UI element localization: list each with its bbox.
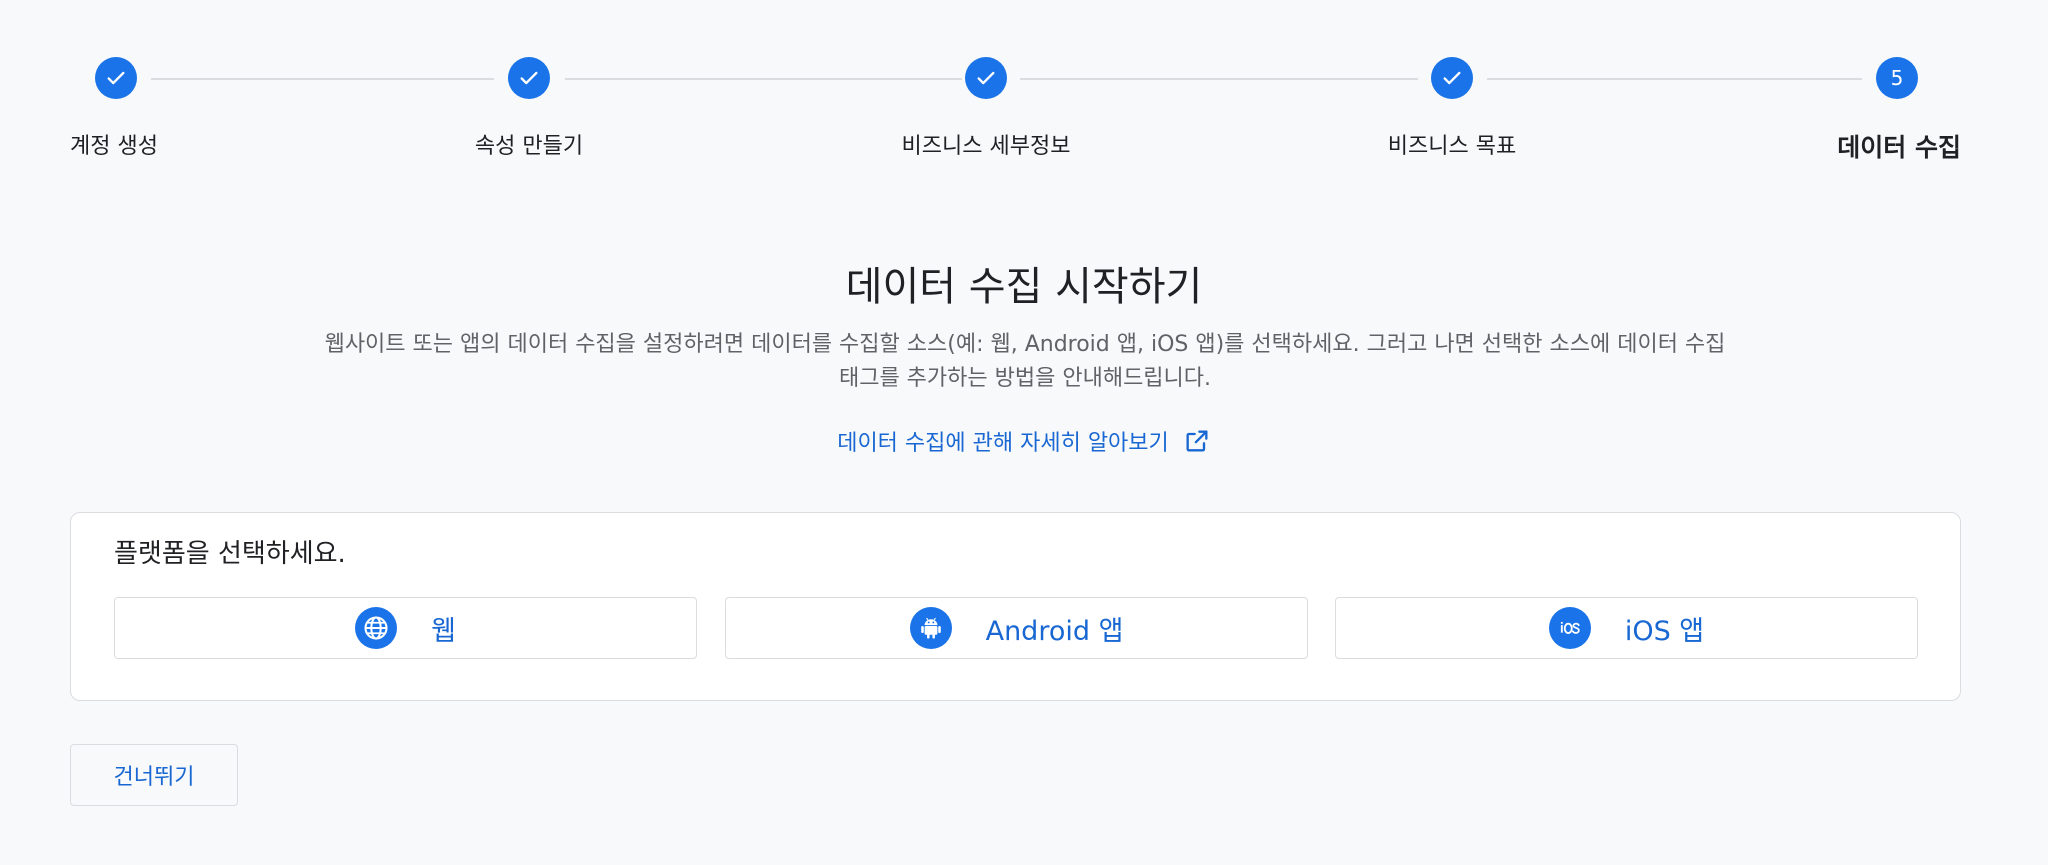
skip-button[interactable]: 건너뛰기: [70, 744, 238, 806]
step-3-complete-icon: [965, 57, 1007, 99]
android-platform-label: Android 앱: [985, 615, 1124, 647]
web-platform-label: 웹: [431, 615, 456, 647]
platform-select-card: 플랫폼을 선택하세요. 웹 Android 앱 iOS 앱: [70, 512, 1961, 701]
step-label-data-collection: 데이터 수집: [1837, 133, 1961, 162]
step-label-property: 속성 만들기: [474, 134, 584, 159]
step-label-business-goals: 비즈니스 목표: [1387, 134, 1517, 159]
ios-icon: [1548, 607, 1591, 649]
step-connector: [1487, 78, 1862, 80]
data-collection-page: 5 계정 생성 속성 만들기 비즈니스 세부정보 비즈니스 목표 데이터 수집 …: [0, 0, 2048, 865]
learn-more-link[interactable]: 데이터 수집에 관해 자세히 알아보기: [0, 425, 2048, 457]
step-label-account: 계정 생성: [70, 134, 158, 159]
step-5-current-number: 5: [1876, 57, 1918, 99]
open-in-new-icon: [1186, 430, 1208, 452]
step-connector: [151, 78, 494, 80]
ios-platform-button[interactable]: iOS 앱: [1335, 597, 1918, 659]
step-4-complete-icon: [1431, 57, 1473, 99]
platform-card-title: 플랫폼을 선택하세요.: [114, 539, 346, 569]
android-icon: [909, 607, 952, 649]
page-description: 웹사이트 또는 앱의 데이터 수집을 설정하려면 데이터를 수집할 소스(예: …: [324, 332, 1726, 391]
ios-platform-label: iOS 앱: [1624, 615, 1705, 647]
web-platform-button[interactable]: 웹: [114, 597, 697, 659]
globe-icon: [355, 607, 398, 649]
android-platform-button[interactable]: Android 앱: [725, 597, 1308, 659]
page-title: 데이터 수집 시작하기: [845, 264, 1203, 310]
step-connector: [1020, 78, 1418, 80]
step-connector: [565, 78, 962, 80]
step-2-complete-icon: [508, 57, 550, 99]
step-1-complete-icon: [95, 57, 137, 99]
learn-more-label: 데이터 수집에 관해 자세히 알아보기: [837, 431, 1169, 456]
setup-stepper: 5 계정 생성 속성 만들기 비즈니스 세부정보 비즈니스 목표 데이터 수집: [0, 0, 2048, 170]
step-label-business-details: 비즈니스 세부정보: [901, 134, 1071, 159]
